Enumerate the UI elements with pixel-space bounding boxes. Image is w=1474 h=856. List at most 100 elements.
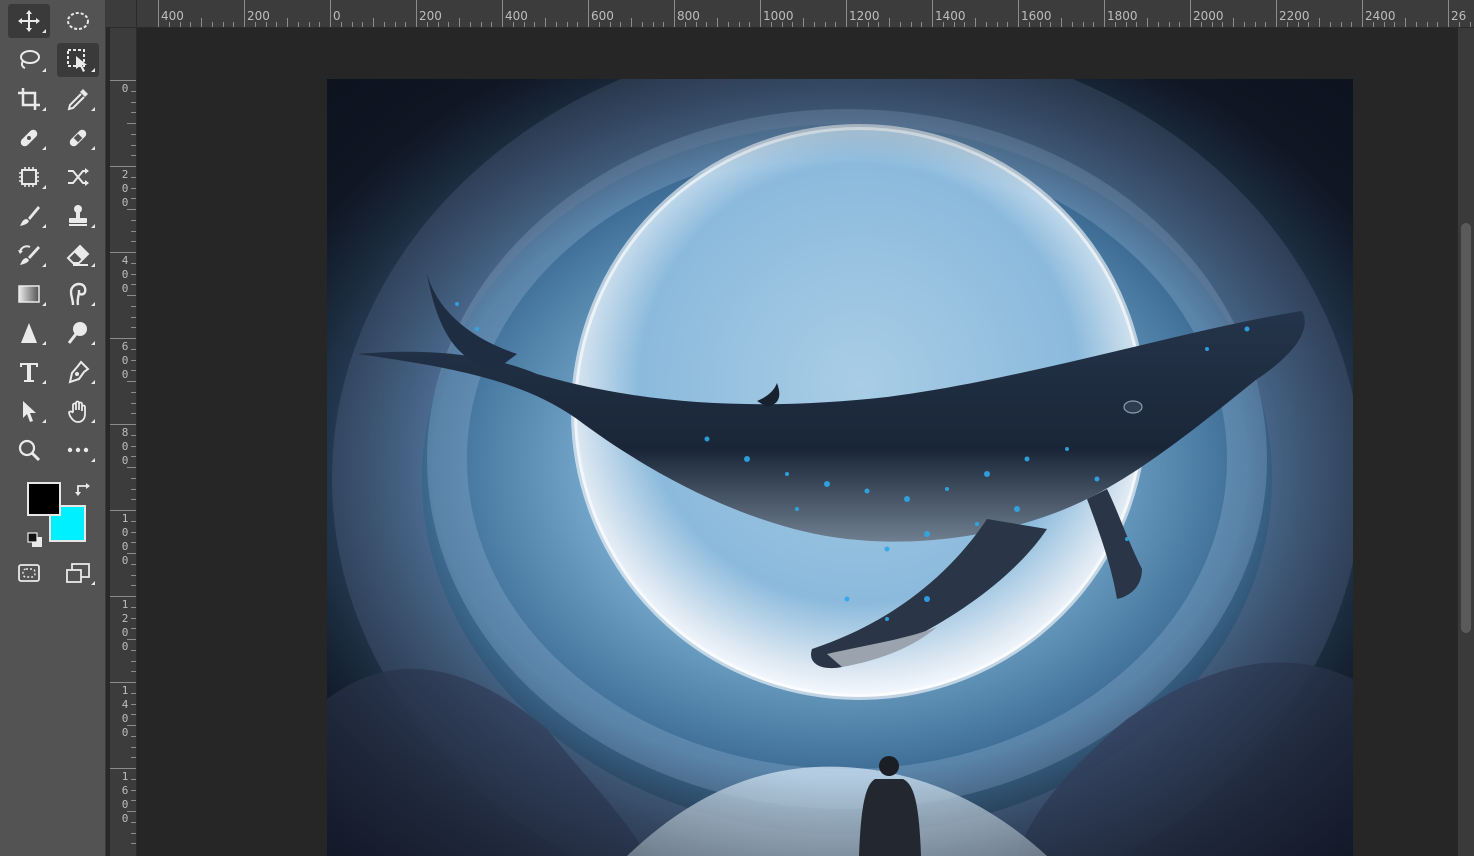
ruler-minor-tick xyxy=(131,735,136,737)
foreground-color-swatch[interactable] xyxy=(27,482,61,516)
ruler-major-tick xyxy=(110,252,136,253)
ruler-minor-tick xyxy=(469,22,471,27)
ruler-minor-tick xyxy=(706,22,708,27)
ruler-minor-tick xyxy=(131,155,136,157)
horizontal-ruler-label: 0 xyxy=(333,9,341,23)
ruler-major-tick xyxy=(110,424,136,425)
dodge-icon xyxy=(67,322,87,344)
ruler-minor-tick xyxy=(1168,22,1170,27)
ruler-minor-tick xyxy=(131,187,136,189)
ruler-minor-tick xyxy=(127,209,136,210)
default-colors-icon[interactable] xyxy=(26,531,44,549)
move-tool[interactable] xyxy=(8,4,50,38)
history-brush-tool[interactable] xyxy=(8,238,50,272)
chip-icon xyxy=(19,167,39,187)
ruler-minor-tick xyxy=(899,22,901,27)
ruler-minor-tick xyxy=(131,219,136,221)
ruler-minor-tick xyxy=(1039,22,1041,27)
ruler-minor-tick xyxy=(131,778,136,780)
ruler-minor-tick xyxy=(480,22,482,27)
ruler-minor-tick xyxy=(131,273,136,275)
move-icon xyxy=(18,10,40,32)
ruler-minor-tick xyxy=(131,456,136,458)
ruler-minor-tick xyxy=(373,18,374,27)
ruler-minor-tick xyxy=(813,22,815,27)
ruler-minor-tick xyxy=(545,18,546,27)
zoom-tool[interactable] xyxy=(8,433,50,467)
more-tools[interactable] xyxy=(57,433,99,467)
ruler-major-tick xyxy=(588,0,589,27)
pen-tool[interactable] xyxy=(57,355,99,389)
spot-healing-tool[interactable] xyxy=(8,121,50,155)
type-tool[interactable] xyxy=(8,355,50,389)
ruler-minor-tick xyxy=(131,520,136,522)
ruler-minor-tick xyxy=(512,22,514,27)
hand-tool[interactable] xyxy=(57,394,99,428)
horizontal-ruler-label: 2200 xyxy=(1279,9,1310,23)
lasso-tool[interactable] xyxy=(8,43,50,77)
healing-brush-tool[interactable] xyxy=(57,121,99,155)
ruler-minor-tick xyxy=(131,606,136,608)
ruler-minor-tick xyxy=(131,284,136,286)
horizontal-ruler-label: 2000 xyxy=(1193,9,1224,23)
ruler-minor-tick xyxy=(1082,22,1084,27)
bandage-icon xyxy=(20,129,38,147)
ruler-minor-tick xyxy=(276,22,278,27)
eyedropper-tool[interactable] xyxy=(57,82,99,116)
vertical-scrollbar[interactable] xyxy=(1458,28,1474,856)
vertical-ruler[interactable]: 0 200 400 600 800 1000 1200 1400 1600 xyxy=(110,28,137,856)
ruler-minor-tick xyxy=(131,316,136,318)
gradient-tool[interactable] xyxy=(8,277,50,311)
crop-tool[interactable] xyxy=(8,82,50,116)
clone-stamp-tool[interactable] xyxy=(57,199,99,233)
ruler-minor-tick xyxy=(727,22,729,27)
swap-colors-icon[interactable] xyxy=(74,480,92,498)
ruler-major-tick xyxy=(110,768,136,769)
ruler-minor-tick xyxy=(749,22,751,27)
ruler-minor-tick xyxy=(222,22,224,27)
path-selection-tool[interactable] xyxy=(8,394,50,428)
ruler-minor-tick xyxy=(131,90,136,92)
ruler-minor-tick xyxy=(867,22,869,27)
quick-mask-button[interactable] xyxy=(8,556,50,590)
ruler-minor-tick xyxy=(577,22,579,27)
canvas-artwork[interactable] xyxy=(327,79,1353,856)
zoom-icon xyxy=(18,439,41,462)
smudge-tool[interactable] xyxy=(57,277,99,311)
horizontal-ruler[interactable]: 400 200 0 200 400 600 800 1000 1200 1400 1600 1800 2… xyxy=(106,0,1474,28)
ruler-minor-tick xyxy=(878,22,880,27)
ruler-minor-tick xyxy=(265,22,267,27)
ruler-minor-tick xyxy=(127,811,136,812)
ruler-minor-tick xyxy=(362,22,364,27)
screen-mode-button[interactable] xyxy=(57,556,99,590)
horizontal-ruler-label: 1000 xyxy=(763,9,794,23)
ruler-minor-tick xyxy=(1383,22,1385,27)
ruler-minor-tick xyxy=(127,123,136,124)
horizontal-ruler-label: 1600 xyxy=(1021,9,1052,23)
ruler-minor-tick xyxy=(131,112,136,114)
shuffle-tool[interactable] xyxy=(57,160,99,194)
ruler-minor-tick xyxy=(131,821,136,823)
brush-tool[interactable] xyxy=(8,199,50,233)
eraser-tool[interactable] xyxy=(57,238,99,272)
ruler-minor-tick xyxy=(131,144,136,146)
object-selection-tool[interactable] xyxy=(57,43,99,77)
arrow-icon xyxy=(23,401,36,422)
ruler-minor-tick xyxy=(921,22,923,27)
screen-mode-icon xyxy=(66,563,90,583)
ruler-minor-tick xyxy=(1286,22,1288,27)
ruler-minor-tick xyxy=(131,348,136,350)
ruler-major-tick xyxy=(1018,0,1019,27)
scrollbar-thumb[interactable] xyxy=(1461,223,1471,633)
ruler-minor-tick xyxy=(127,381,136,382)
shuffle-icon xyxy=(68,168,89,186)
ruler-minor-tick xyxy=(1061,18,1062,27)
ruler-minor-tick xyxy=(620,22,622,27)
content-aware-tool[interactable] xyxy=(8,160,50,194)
ruler-minor-tick xyxy=(131,542,136,544)
ruler-origin-corner[interactable] xyxy=(106,0,137,27)
ruler-minor-tick xyxy=(598,22,600,27)
elliptical-marquee-tool[interactable] xyxy=(57,4,99,38)
blur-tool[interactable] xyxy=(8,316,50,350)
dodge-tool[interactable] xyxy=(57,316,99,350)
